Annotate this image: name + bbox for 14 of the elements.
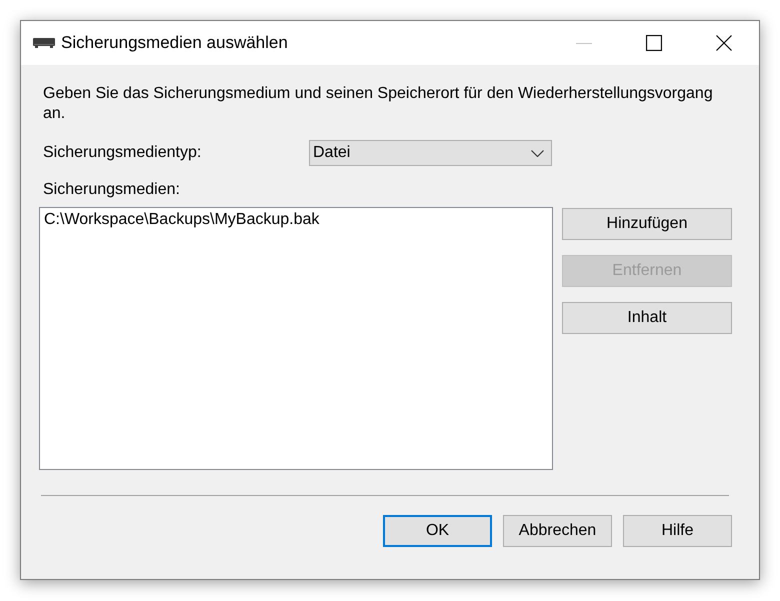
add-button[interactable]: Hinzufügen (562, 208, 732, 240)
chevron-icon (531, 150, 544, 156)
ok-button[interactable]: OK (383, 515, 492, 547)
description-text: Geben Sie das Sicherungsmedium und seinen Speicherort für den Wiederherstellungsvorgang an. (43, 84, 714, 124)
media-list-label: Sicherungsmedien: (43, 180, 180, 200)
media-type-label: Sicherungsmedientyp: (43, 143, 202, 163)
help-button[interactable]: Hilfe (623, 515, 732, 547)
media-list[interactable]: C:\Workspace\Backups\MyBackup.bak (39, 207, 553, 470)
media-type-dropdown[interactable]: Datei (309, 140, 552, 166)
list-item[interactable]: C:\Workspace\Backups\MyBackup.bak (41, 210, 322, 230)
contents-button[interactable]: Inhalt (562, 302, 732, 334)
window-title: Sicherungsmedien auswählen (61, 32, 288, 54)
drive-icon (33, 38, 55, 48)
cancel-button[interactable]: Abbrechen (503, 515, 612, 547)
